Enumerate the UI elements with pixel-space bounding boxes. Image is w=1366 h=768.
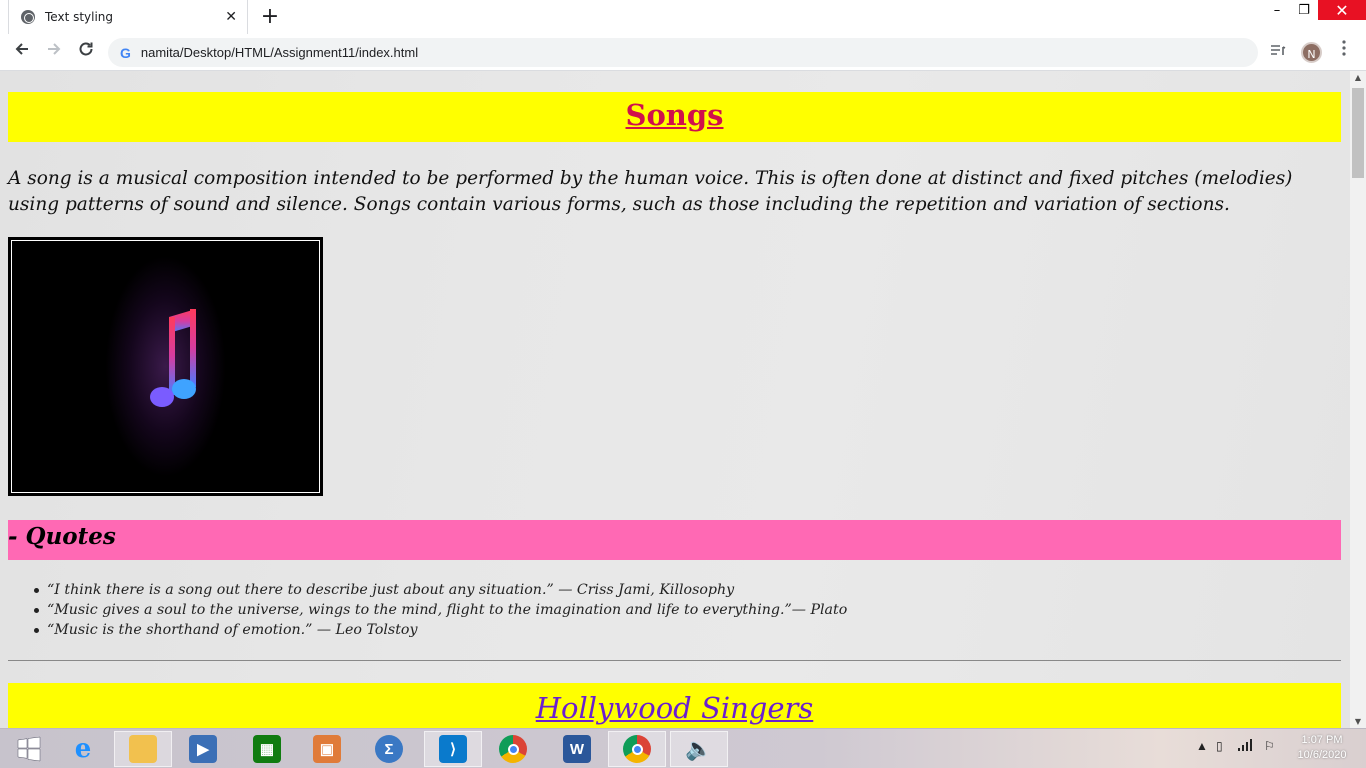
minimize-button[interactable]: –	[1262, 0, 1292, 20]
control-panel-icon: ▣	[313, 735, 341, 763]
arrow-left-icon	[15, 43, 28, 55]
arrow-right-icon	[48, 43, 61, 55]
taskbar-file-explorer[interactable]	[114, 731, 172, 767]
url-text: namita/Desktop/HTML/Assignment11/index.h…	[140, 45, 419, 60]
quotes-heading-bar: - Quotes	[8, 520, 1341, 560]
reload-button[interactable]	[74, 40, 98, 64]
divider	[8, 660, 1341, 661]
globe-icon	[21, 10, 35, 24]
scroll-up-icon[interactable]: ▲	[1350, 73, 1366, 82]
taskbar-word[interactable]: W	[548, 731, 606, 767]
action-center-flag-icon[interactable]: ⚐	[1264, 739, 1275, 753]
taskbar-chrome[interactable]	[484, 731, 542, 767]
chrome-icon	[499, 735, 527, 763]
kebab-menu-icon[interactable]	[1342, 40, 1346, 60]
chrome-profile-icon	[623, 735, 651, 763]
quotes-heading: - Quotes	[8, 523, 116, 550]
taskbar-vscode[interactable]: ⟩	[424, 731, 482, 767]
folder-icon	[129, 735, 157, 763]
taskbar-control-panel[interactable]: ▣	[298, 731, 356, 767]
hollywood-heading-bar: Hollywood Singers	[8, 683, 1341, 728]
taskbar-chrome-profile[interactable]	[608, 731, 666, 767]
tab-close-icon[interactable]: ✕	[225, 9, 237, 25]
vertical-scrollbar[interactable]: ▲ ▼	[1350, 71, 1366, 728]
clock-time: 1:07 PM	[1301, 734, 1343, 746]
taskbar-sound-app[interactable]: 🔈	[670, 731, 728, 767]
songs-heading-bar: Songs	[8, 92, 1341, 142]
close-window-button[interactable]: ✕	[1318, 0, 1366, 20]
clock-date: 10/6/2020	[1297, 749, 1347, 761]
address-bar[interactable]: G namita/Desktop/HTML/Assignment11/index…	[108, 38, 1258, 67]
reload-icon	[79, 42, 93, 56]
film-icon: ▶	[189, 735, 217, 763]
device-icon[interactable]: ▯	[1216, 739, 1223, 753]
profile-avatar[interactable]: N	[1301, 42, 1322, 63]
quotes-list: “I think there is a song out there to de…	[33, 580, 848, 640]
internet-explorer-icon: e	[74, 734, 92, 764]
intro-paragraph: A song is a musical composition intended…	[8, 168, 1293, 215]
windows-logo-icon	[17, 736, 41, 762]
hollywood-heading: Hollywood Singers	[535, 691, 814, 725]
scrollbar-thumb[interactable]	[1352, 88, 1364, 178]
taskbar-clock[interactable]: 1:07 PM 10/6/2020	[1292, 733, 1352, 763]
taskbar: e ▶ ▦ ▣ Σ ⟩ W 🔈	[0, 728, 1366, 768]
tab-strip: Text styling ✕ + – ❐ ✕	[0, 0, 1366, 34]
songs-heading: Songs	[625, 98, 724, 132]
maximize-button[interactable]: ❐	[1290, 0, 1318, 20]
list-item: “I think there is a song out there to de…	[33, 580, 847, 600]
list-item: “Music gives a soul to the universe, win…	[33, 602, 848, 618]
browser-tab[interactable]: Text styling ✕	[8, 0, 248, 34]
music-note-icon	[150, 309, 196, 407]
forward-button[interactable]	[42, 40, 66, 64]
media-control-icon[interactable]	[1270, 44, 1286, 62]
new-tab-button[interactable]: +	[260, 4, 280, 30]
speaker-icon: 🔈	[685, 736, 713, 761]
back-button[interactable]	[10, 40, 34, 64]
math-sigma-icon: Σ	[375, 735, 403, 763]
scroll-down-icon[interactable]: ▼	[1350, 717, 1366, 726]
taskbar-math-app[interactable]: Σ	[360, 731, 418, 767]
tab-title: Text styling	[45, 10, 114, 24]
music-note-image	[8, 237, 323, 496]
page-viewport: Songs A song is a musical composition in…	[0, 71, 1350, 728]
list-item: “Music is the shorthand of emotion.” — L…	[33, 620, 847, 640]
browser-toolbar: G namita/Desktop/HTML/Assignment11/index…	[0, 34, 1366, 71]
word-icon: W	[563, 735, 591, 763]
start-button[interactable]	[0, 731, 58, 767]
signal-icon[interactable]	[1238, 739, 1254, 754]
google-icon: G	[120, 44, 131, 61]
show-hidden-icons[interactable]: ▲	[1196, 739, 1208, 753]
taskbar-media-app[interactable]: ▶	[174, 731, 232, 767]
taskbar-store[interactable]: ▦	[238, 731, 296, 767]
taskbar-ie[interactable]: e	[54, 731, 112, 767]
store-icon: ▦	[253, 735, 281, 763]
vscode-icon: ⟩	[439, 735, 467, 763]
